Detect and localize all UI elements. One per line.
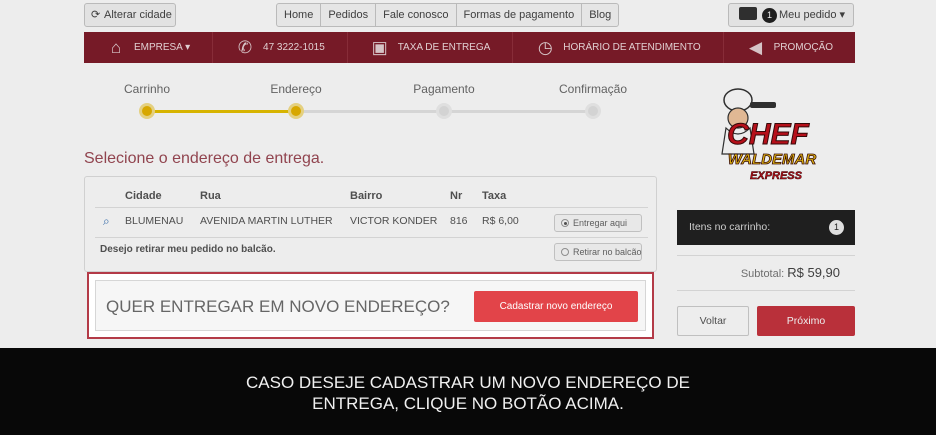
menu-taxa-label: TAXA DE ENTREGA <box>397 42 491 53</box>
main-menu: ⌂ EMPRESA ▾ ✆ 47 3222-1015 ▣ TAXA DE ENTREG… <box>84 32 855 63</box>
subtotal-label: Subtotal: <box>740 268 785 280</box>
delivery-box-icon: ▣ <box>371 37 388 57</box>
menu-horario[interactable]: ◷ HORÁRIO DE ATENDIMENTO <box>513 32 724 63</box>
nav-pedidos[interactable]: Pedidos <box>321 4 377 26</box>
col-bairro: Bairro <box>350 190 383 202</box>
caption-line1: CASO DESEJE CADASTRAR UM NOVO ENDEREÇO D… <box>246 373 690 392</box>
register-new-address-button[interactable]: Cadastrar novo endereço <box>474 291 638 322</box>
new-address-inner: QUER ENTREGAR EM NOVO ENDEREÇO? Cadastra… <box>95 280 646 331</box>
radio-selected-icon <box>561 219 569 227</box>
deliver-here-option[interactable]: Entregar aqui <box>554 214 642 232</box>
nav-home[interactable]: Home <box>277 4 322 26</box>
divider <box>95 237 648 238</box>
menu-horario-label: HORÁRIO DE ATENDIMENTO <box>563 42 701 53</box>
col-nr: Nr <box>450 190 463 202</box>
cart-items-count: 1 <box>829 220 844 235</box>
back-button[interactable]: Voltar <box>677 306 749 336</box>
menu-phone[interactable]: ✆ 47 3222-1015 <box>213 32 348 63</box>
dim-overlay <box>0 272 87 348</box>
phone-icon: ✆ <box>237 37 253 57</box>
pickup-label: Retirar no balcão <box>573 247 642 257</box>
step-dot <box>139 103 155 119</box>
pickup-option[interactable]: Retirar no balcão <box>554 243 642 261</box>
subtotal: Subtotal: R$ 59,90 <box>677 265 840 280</box>
nav-blog[interactable]: Blog <box>582 4 618 26</box>
cart-items-box: Itens no carrinho: 1 <box>677 210 855 245</box>
cell-fee: R$ 6,00 <box>482 215 519 227</box>
deliver-here-label: Entregar aqui <box>573 218 628 228</box>
logo-line3: EXPRESS <box>750 170 803 182</box>
step-label: Endereço <box>270 82 322 96</box>
step-label: Carrinho <box>123 82 171 96</box>
caption-line2: ENTREGA, CLIQUE NO BOTÃO ACIMA. <box>312 394 624 413</box>
divider <box>95 207 648 208</box>
order-count-badge: 1 <box>762 8 777 23</box>
search-icon[interactable]: ⌕ <box>103 214 110 229</box>
cell-number: 816 <box>450 215 468 227</box>
pickup-text: Desejo retirar meu pedido no balcão. <box>100 244 276 255</box>
dim-overlay <box>87 339 654 348</box>
step-endereco: Endereço <box>246 82 346 119</box>
page-title: Selecione o endereço de entrega. <box>84 150 325 167</box>
change-city-label: Alterar cidade <box>104 9 172 21</box>
cell-street: AVENIDA MARTIN LUTHER <box>200 215 333 227</box>
step-pagamento: Pagamento <box>394 82 494 119</box>
step-dot <box>288 103 304 119</box>
menu-empresa-label: EMPRESA ▾ <box>133 42 191 53</box>
menu-promocao-label: PROMOÇÃO <box>773 42 834 53</box>
my-order-button[interactable]: 1 Meu pedido ▾ <box>728 3 854 27</box>
refresh-icon: ⟳ <box>91 9 101 21</box>
new-address-panel: QUER ENTREGAR EM NOVO ENDEREÇO? Cadastra… <box>87 272 654 339</box>
next-button[interactable]: Próximo <box>757 306 855 336</box>
menu-phone-label: 47 3222-1015 <box>263 42 325 53</box>
new-address-question: QUER ENTREGAR EM NOVO ENDEREÇO? <box>106 297 450 316</box>
clock-icon: ◷ <box>537 37 553 57</box>
top-navigation: Home Pedidos Fale conosco Formas de paga… <box>276 3 620 27</box>
tutorial-caption: CASO DESEJE CADASTRAR UM NOVO ENDEREÇO D… <box>0 348 936 435</box>
caption-text: CASO DESEJE CADASTRAR UM NOVO ENDEREÇO D… <box>0 372 936 414</box>
menu-empresa[interactable]: ⌂ EMPRESA ▾ <box>84 32 214 63</box>
cell-district: VICTOR KONDER <box>350 215 438 227</box>
change-city-button[interactable]: ⟳ Alterar cidade <box>84 3 176 27</box>
house-icon: ⌂ <box>110 37 122 57</box>
logo-line1: CHEF <box>727 118 809 151</box>
menu-taxa-entrega[interactable]: ▣ TAXA DE ENTREGA <box>348 32 514 63</box>
step-confirmacao: Confirmação <box>543 82 643 119</box>
logo-line2: WALDEMAR <box>728 151 816 168</box>
step-label: Confirmação <box>558 82 628 96</box>
step-dot <box>436 103 452 119</box>
col-taxa: Taxa <box>482 190 507 202</box>
nav-formas-pagamento[interactable]: Formas de pagamento <box>457 4 583 26</box>
menu-promocao[interactable]: ◀ PROMOÇÃO <box>724 32 855 63</box>
cell-city: BLUMENAU <box>125 215 184 227</box>
col-cidade: Cidade <box>125 190 162 202</box>
step-label: Pagamento <box>413 82 475 96</box>
chef-waldemar-logo: CHEF WALDEMAR EXPRESS <box>721 88 817 182</box>
address-table: Cidade Rua Bairro Nr Taxa ⌕ BLUMENAU AVE… <box>84 176 657 272</box>
megaphone-icon: ◀ <box>749 37 763 57</box>
my-order-label: Meu pedido ▾ <box>779 9 846 21</box>
cart-items-label: Itens no carrinho: <box>689 221 771 233</box>
step-carrinho: Carrinho <box>97 82 197 119</box>
radio-icon <box>561 248 569 256</box>
box-icon <box>739 7 757 20</box>
divider <box>677 290 855 291</box>
subtotal-value: R$ 59,90 <box>787 265 840 280</box>
step-dot <box>585 103 601 119</box>
divider <box>677 255 855 256</box>
col-rua: Rua <box>200 190 221 202</box>
steps-progress-track <box>147 110 591 113</box>
nav-fale-conosco[interactable]: Fale conosco <box>376 4 457 26</box>
steps-progress-fill <box>147 110 295 113</box>
